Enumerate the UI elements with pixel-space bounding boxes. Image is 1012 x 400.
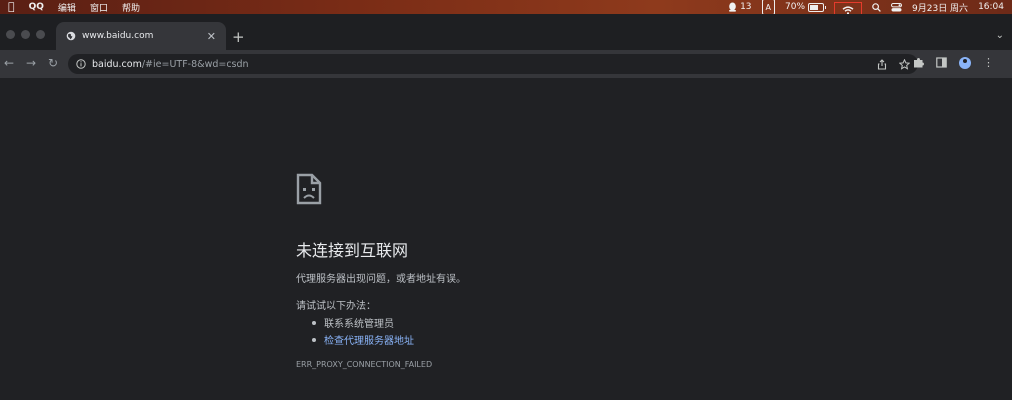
- profile-avatar-icon[interactable]: [959, 57, 971, 69]
- browser-tab-strip: www.baidu.com ✕ + ⌄: [0, 14, 1012, 50]
- menubar-date[interactable]: 9月23日 周六: [912, 0, 968, 14]
- spotlight-search-icon[interactable]: [872, 0, 881, 14]
- suggestion-check-proxy-link[interactable]: 检查代理服务器地址: [312, 331, 414, 348]
- control-center-icon[interactable]: [891, 0, 903, 14]
- sad-document-icon: [296, 173, 322, 205]
- window-controls: [6, 30, 45, 39]
- address-bar[interactable]: baidu.com/#ie=UTF-8&wd=csdn: [68, 54, 918, 74]
- bullet-icon: [312, 337, 316, 342]
- suggestion-list: 联系系统管理员 检查代理服务器地址: [312, 314, 414, 348]
- menu-edit[interactable]: 编辑: [58, 1, 76, 14]
- globe-icon: [66, 31, 76, 41]
- forward-arrow-icon[interactable]: →: [22, 56, 40, 70]
- tab-title: www.baidu.com: [82, 31, 154, 41]
- suggestion-text: 联系系统管理员: [324, 319, 394, 330]
- address-url[interactable]: baidu.com/#ie=UTF-8&wd=csdn: [92, 59, 249, 70]
- error-try-label: 请试试以下办法：: [296, 301, 376, 312]
- url-path: /#ie=UTF-8&wd=csdn: [141, 58, 249, 70]
- tab-search-chevron-icon[interactable]: ⌄: [996, 30, 1004, 41]
- mac-menu-bar:  QQ 编辑 窗口 帮助 13 A 70% 9月23日 周六 16:: [0, 0, 1012, 18]
- check-proxy-link[interactable]: 检查代理服务器地址: [324, 332, 414, 347]
- browser-toolbar: ← → ↻ baidu.com/#ie=UTF-8&wd=csdn ⋮: [0, 50, 1012, 78]
- extensions-puzzle-icon[interactable]: [913, 57, 924, 68]
- menu-window[interactable]: 窗口: [90, 1, 108, 14]
- battery-percent: 70%: [785, 2, 806, 12]
- input-method-indicator[interactable]: A: [761, 0, 775, 15]
- tab-close-icon[interactable]: ✕: [207, 30, 216, 43]
- suggestion-contact-admin: 联系系统管理员: [312, 314, 414, 331]
- close-window-button[interactable]: [6, 30, 15, 39]
- page-content: 未连接到互联网 代理服务器出现问题，或者地址有误。 请试试以下办法： 联系系统管…: [0, 78, 1012, 400]
- browser-tab-active[interactable]: www.baidu.com ✕: [56, 22, 226, 50]
- minimize-window-button[interactable]: [21, 30, 30, 39]
- back-arrow-icon[interactable]: ←: [0, 56, 18, 70]
- battery-icon: [808, 2, 827, 12]
- reload-icon[interactable]: ↻: [44, 56, 62, 70]
- menubar-time[interactable]: 16:04: [978, 0, 1004, 14]
- side-panel-icon[interactable]: [936, 57, 947, 68]
- qq-penguin-icon: [729, 2, 737, 12]
- site-info-icon[interactable]: [76, 59, 86, 69]
- more-menu-icon[interactable]: ⋮: [983, 57, 994, 69]
- qq-status-item[interactable]: 13: [728, 0, 752, 14]
- share-icon[interactable]: [877, 58, 887, 70]
- error-code: ERR_PROXY_CONNECTION_FAILED: [296, 360, 433, 369]
- new-tab-button[interactable]: +: [232, 28, 245, 46]
- error-title: 未连接到互联网: [296, 241, 409, 260]
- apple-menu-icon[interactable]: : [8, 0, 15, 14]
- bullet-icon: [312, 320, 316, 325]
- error-description: 代理服务器出现问题，或者地址有误。: [296, 274, 466, 285]
- app-name-menu[interactable]: QQ: [29, 2, 44, 12]
- zoom-window-button[interactable]: [36, 30, 45, 39]
- battery-status[interactable]: 70%: [785, 0, 827, 14]
- menu-help[interactable]: 帮助: [122, 1, 140, 14]
- bookmark-star-icon[interactable]: [899, 58, 910, 70]
- url-host: baidu.com: [92, 58, 142, 70]
- qq-count: 13: [740, 2, 752, 12]
